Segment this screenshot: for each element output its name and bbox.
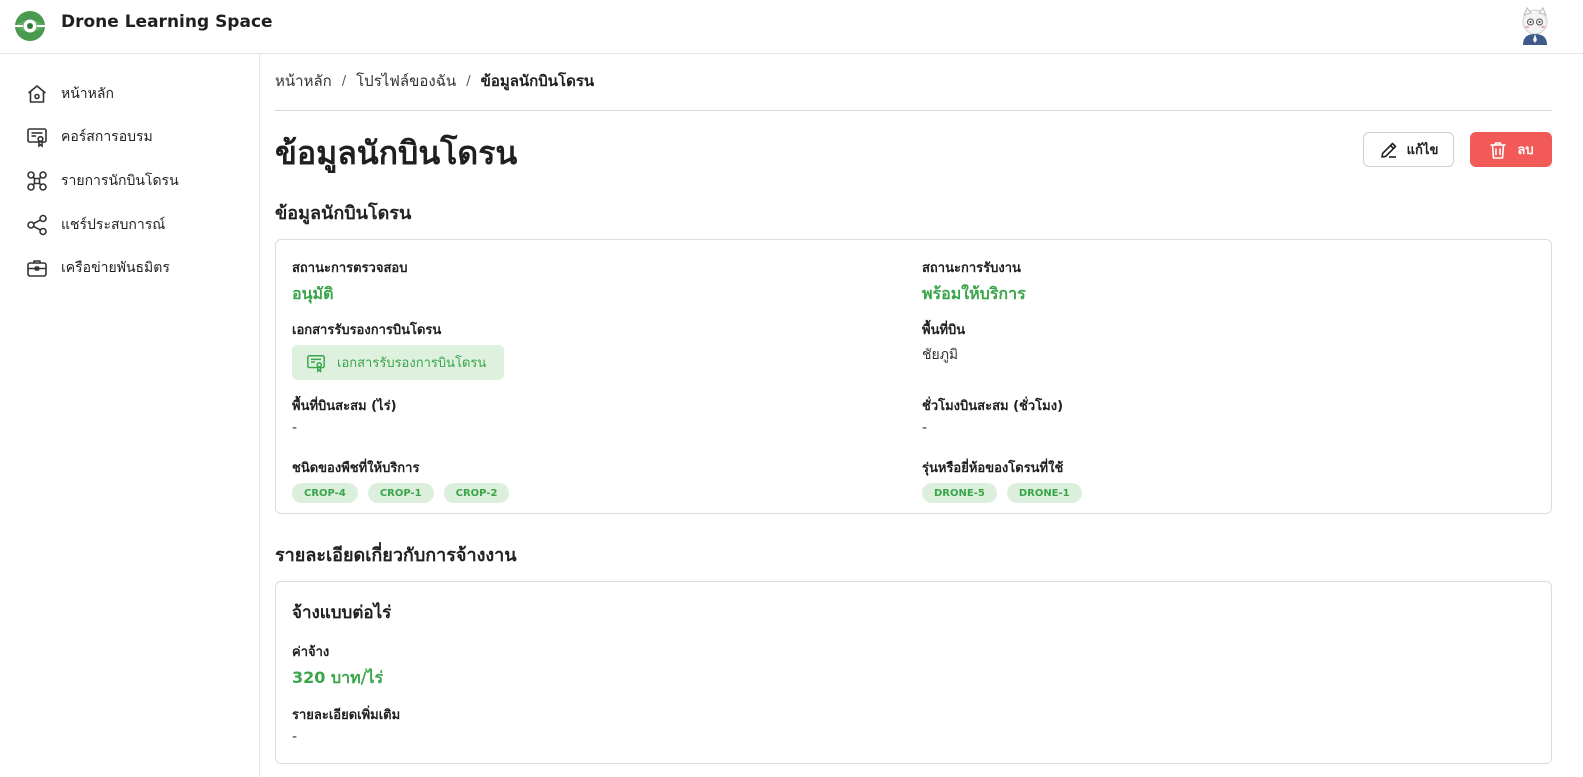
flight-area-value: ชัยภูมิ [922,347,959,363]
accumulated-area-value: - [292,420,298,436]
field-label: เอกสารรับรองการบินโดรน [292,323,442,338]
certificate-field: เอกสารรับรองการบินโดรน เอกสารรับรองการบิ… [292,319,505,380]
sidebar-item-home[interactable]: หน้าหลัก [26,80,114,108]
field-label: ค่าจ้าง [292,645,330,660]
drone-models-field: รุ่นหรือยี่ห้อของโดรนที่ใช้ DRONE-5 DRON… [922,457,1092,503]
pilot-info-card: สถานะการตรวจสอบ อนุมัติ สถานะการรับงาน พ… [275,239,1552,514]
edit-button-label: แก้ไข [1406,143,1439,158]
field-label: ชั่วโมงบินสะสม (ชั่วโมง) [922,399,1064,414]
employment-type-title: จ้างแบบต่อไร่ [292,603,392,623]
drone-chip: DRONE-5 [922,483,997,503]
employment-card: จ้างแบบต่อไร่ ค่าจ้าง 320 บาท/ไร่ รายละเ… [275,581,1552,764]
breadcrumb-separator: / [466,73,471,89]
flight-area-field: พื้นที่บิน ชัยภูมิ [922,319,965,366]
accumulated-area-field: พื้นที่บินสะสม (ไร่) - [292,395,397,436]
drone-icon [27,171,47,191]
fee-value: 320 บาท/ไร่ [292,668,384,687]
crop-types-field: ชนิดของพืชที่ให้บริการ CROP-4 CROP-1 CRO… [292,457,519,503]
fee-field: ค่าจ้าง 320 บาท/ไร่ [292,641,383,691]
breadcrumb-home[interactable]: หน้าหลัก [275,69,332,93]
field-label: รายละเอียดเพิ่มเติม [292,708,401,723]
drone-chip: DRONE-1 [1006,483,1082,503]
certificate-document-label: เอกสารรับรองการบินโดรน [337,356,487,371]
avatar[interactable] [1518,7,1552,45]
pilot-info-section-title: ข้อมูลนักบินโดรน [275,203,412,224]
crop-chip: CROP-1 [367,483,434,503]
trash-icon [1490,141,1506,159]
accumulated-hours-value: - [922,420,928,436]
breadcrumb-separator: / [341,73,347,89]
breadcrumb: หน้าหลัก / โปรไฟล์ของฉัน / ข้อมูลนักบินโ… [275,70,594,92]
certificate-document-button[interactable]: เอกสารรับรองการบินโดรน [292,345,505,380]
main-content: หน้าหลัก / โปรไฟล์ของฉัน / ข้อมูลนักบินโ… [260,54,1583,777]
sidebar-item-share-experience[interactable]: แชร์ประสบการณ์ [26,211,165,239]
sidebar-item-label: เครือข่ายพันธมิตร [61,260,170,276]
briefcase-icon [27,260,47,277]
field-label: พื้นที่บินสะสม (ไร่) [292,399,397,414]
app-title: Drone Learning Space [61,12,273,32]
verification-status-field: สถานะการตรวจสอบ อนุมัติ [292,257,407,307]
verification-status-value: อนุมัติ [292,284,334,303]
field-label: ชนิดของพืชที่ให้บริการ [292,461,420,476]
sidebar-item-pilots[interactable]: รายการนักบินโดรน [26,167,179,195]
details-field: รายละเอียดเพิ่มเติม - [292,704,400,745]
edit-button[interactable]: แก้ไข [1363,132,1454,167]
crop-chip: CROP-2 [443,483,510,503]
sidebar-item-label: หน้าหลัก [61,86,114,102]
delete-button[interactable]: ลบ [1470,132,1552,167]
job-status-value: พร้อมให้บริการ [922,284,1026,303]
breadcrumb-current: ข้อมูลนักบินโดรน [480,72,595,90]
field-label: พื้นที่บิน [922,323,966,338]
certificate-icon [27,128,47,148]
breadcrumb-divider [275,110,1552,111]
field-label: รุ่นหรือยี่ห้อของโดรนที่ใช้ [922,461,1064,476]
crop-chip: CROP-4 [292,483,358,503]
sidebar-item-label: คอร์สการอบรม [61,129,153,145]
delete-button-label: ลบ [1517,143,1534,158]
home-icon [27,85,47,103]
sidebar-item-courses[interactable]: คอร์สการอบรม [26,123,153,151]
accumulated-hours-field: ชั่วโมงบินสะสม (ชั่วโมง) - [922,395,1063,436]
certificate-icon [307,354,325,373]
details-value: - [292,729,298,745]
share-icon [27,214,47,236]
job-status-field: สถานะการรับงาน พร้อมให้บริการ [922,257,1026,307]
field-label: สถานะการตรวจสอบ [292,261,408,276]
employment-section-title: รายละเอียดเกี่ยวกับการจ้างงาน [275,545,517,566]
crop-chip-list: CROP-4 CROP-1 CROP-2 [292,483,519,503]
breadcrumb-profile[interactable]: โปรไฟล์ของฉัน [356,69,456,93]
sidebar-item-partner-network[interactable]: เครือข่ายพันธมิตร [26,254,170,282]
top-bar: Drone Learning Space [0,0,1583,54]
field-label: สถานะการรับงาน [922,261,1021,276]
sidebar-item-label: รายการนักบินโดรน [61,173,179,189]
pencil-icon [1380,142,1396,158]
page-title: ข้อมูลนักบินโดรน [275,134,518,172]
drone-chip-list: DRONE-5 DRONE-1 [922,483,1092,503]
drone-eye-logo-icon[interactable] [14,10,46,42]
sidebar-item-label: แชร์ประสบการณ์ [61,217,166,233]
sidebar: หน้าหลัก คอร์สการอบรม รายการนักบินโดรน แ… [0,54,260,777]
